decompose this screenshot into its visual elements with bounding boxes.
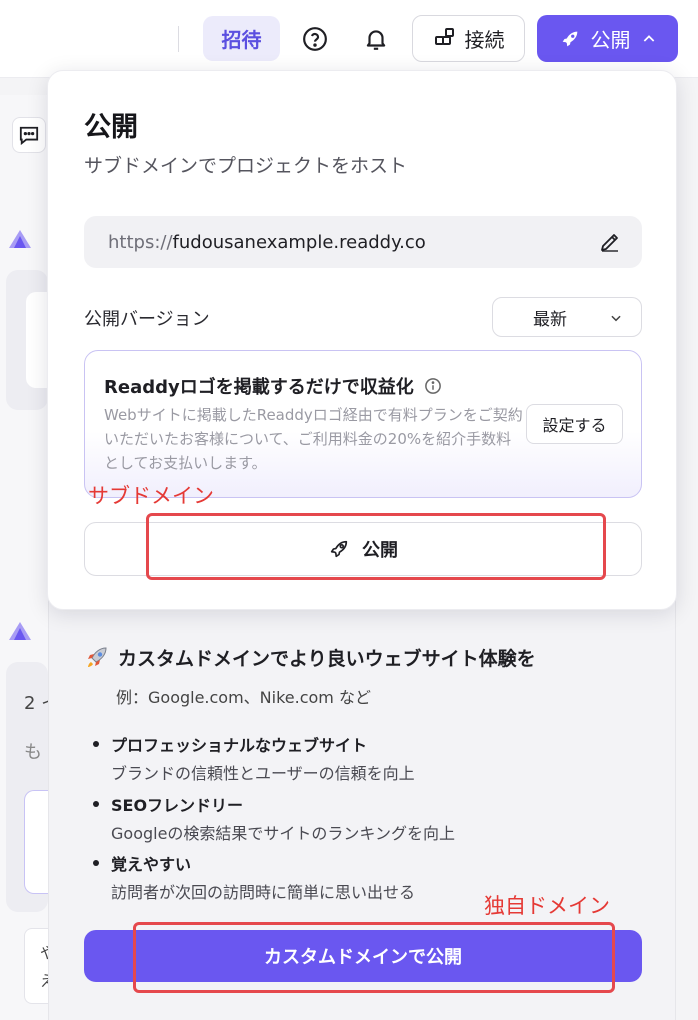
annotation-custom-domain-box <box>133 922 615 993</box>
edit-icon[interactable] <box>598 230 622 254</box>
feature-item: プロフェッショナルなウェブサイト ブランドの信頼性とユーザーの信頼を向上 <box>93 732 415 784</box>
annotation-subdomain-box <box>146 513 606 580</box>
connect-button[interactable]: 接続 <box>412 15 525 62</box>
monetize-title: Readdyロゴを掲載するだけで収益化 <box>104 373 442 399</box>
bullet-icon <box>93 741 99 747</box>
chevron-up-icon <box>643 34 654 42</box>
app-logo-icon-2 <box>9 622 31 640</box>
feature-title: SEOフレンドリー <box>111 796 244 815</box>
version-select[interactable]: 最新 <box>492 297 642 337</box>
feature-item: 覚えやすい 訪問者が次回の訪問時に簡単に思い出せる <box>93 851 415 903</box>
feature-desc: Googleの検索結果でサイトのランキングを向上 <box>111 824 455 843</box>
url-domain: fudousanexample.readdy.co <box>172 231 426 253</box>
feature-desc: 訪問者が次回の訪問時に簡単に思い出せる <box>111 883 416 902</box>
help-icon[interactable] <box>302 26 328 52</box>
chevron-down-icon <box>611 315 621 322</box>
bullet-icon <box>93 860 99 866</box>
popover-subtitle: サブドメインでプロジェクトをホスト <box>84 155 408 177</box>
connect-icon <box>434 27 454 45</box>
bell-icon[interactable] <box>363 26 389 52</box>
monetize-title-text: Readdyロゴを掲載するだけで収益化 <box>104 377 414 398</box>
rocket-emoji-icon <box>88 646 107 667</box>
feature-title: 覚えやすい <box>111 855 192 874</box>
background-card-bottom <box>24 928 48 1004</box>
feature-desc: ブランドの信頼性とユーザーの信頼を向上 <box>111 764 415 783</box>
toolbar-divider <box>178 26 179 52</box>
invite-button[interactable]: 招待 <box>203 16 280 61</box>
popover-title: 公開 <box>84 112 138 143</box>
subdomain-url-field[interactable]: https://fudousanexample.readdy.co <box>84 216 642 268</box>
custom-domain-heading-text: カスタムドメインでより良いウェブサイト体験を <box>118 648 536 670</box>
connect-label: 接続 <box>464 28 505 52</box>
top-bar: 招待 接続 公開 <box>0 0 698 78</box>
background-text: も <box>24 742 42 763</box>
settings-button[interactable]: 設定する <box>526 404 623 444</box>
version-label: 公開バージョン <box>84 309 210 330</box>
bullet-icon <box>93 801 99 807</box>
feature-item: SEOフレンドリー Googleの検索結果でサイトのランキングを向上 <box>93 792 455 844</box>
background-card-inner <box>26 292 48 388</box>
info-icon[interactable] <box>424 377 442 395</box>
rocket-icon <box>562 31 577 46</box>
annotation-custom-domain-label: 独自ドメイン <box>484 894 610 918</box>
custom-domain-example: 例：Google.com、Nike.com など <box>116 688 371 707</box>
background-frame <box>24 790 48 894</box>
annotation-subdomain-label: サブドメイン <box>88 484 214 508</box>
monetize-description: Webサイトに掲載したReaddyロゴ経由で有料プランをご契約いただいたお客様に… <box>104 406 523 472</box>
app-logo-icon <box>9 230 31 248</box>
feature-title: プロフェッショナルなウェブサイト <box>111 736 368 755</box>
version-select-value: 最新 <box>533 309 567 330</box>
url-prefix: https:// <box>108 231 173 253</box>
monetize-card: Readdyロゴを掲載するだけで収益化 Webサイトに掲載したReaddyロゴ経… <box>84 350 642 498</box>
custom-domain-heading: カスタムドメインでより良いウェブサイト体験を <box>84 644 536 671</box>
publish-top-label: 公開 <box>590 28 631 52</box>
chat-icon[interactable] <box>12 117 46 153</box>
publish-dropdown-button[interactable]: 公開 <box>537 15 678 62</box>
